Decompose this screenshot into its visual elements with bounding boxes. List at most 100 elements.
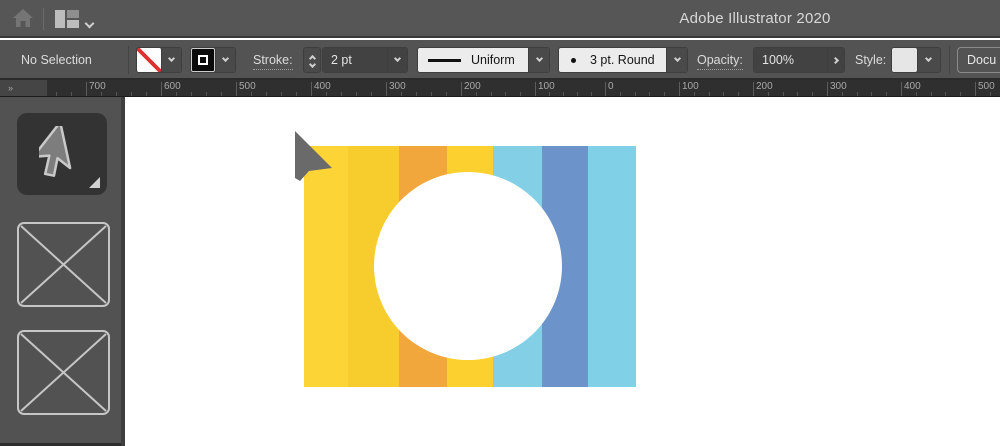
ruler-minor-tick [131,92,132,96]
tool-flyout-indicator-icon [89,177,100,188]
width-profile-chevron-down-icon[interactable] [528,48,549,72]
window-title: Adobe Illustrator 2020 [560,10,950,27]
ruler-tick-label: 500 [978,81,995,92]
app-window: Adobe Illustrator 2020 No Selection Stro… [0,0,1000,446]
ruler-minor-tick [206,92,207,96]
style-swatch[interactable] [892,48,917,72]
ruler-minor-tick [723,92,724,96]
ruler-minor-tick [549,92,550,96]
fill-swatch-none[interactable] [137,48,161,72]
ruler-minor-tick [649,92,650,96]
round-brush-icon [571,58,576,63]
ruler-minor-tick [886,92,887,96]
ruler-minor-tick [563,92,564,96]
divider [128,46,129,74]
opacity-field[interactable]: 100% [754,48,827,72]
width-profile-value: Uniform [471,53,515,67]
fill-chevron-down-icon[interactable] [161,48,181,72]
ruler-minor-tick [709,92,710,96]
brush-definition-dropdown[interactable]: 3 pt. Round [559,48,666,72]
ruler-minor-tick [281,92,282,96]
ruler-major-tick [901,82,902,97]
stroke-panel-link[interactable]: Stroke: [253,53,293,70]
ruler-major-tick [679,82,680,97]
ruler-minor-tick [520,92,521,96]
ruler-minor-tick [664,92,665,96]
ruler-minor-tick [356,92,357,96]
ruler-tick-label: 500 [239,81,256,92]
ruler-minor-tick [857,92,858,96]
stroke-weight-stepper[interactable] [303,47,321,73]
document-setup-label: Docu [967,53,996,67]
opacity-panel-link[interactable]: Opacity: [697,53,743,70]
selection-arrow-icon [39,126,85,182]
fill-color-group [136,47,182,73]
horizontal-ruler[interactable]: » 7006005004003002001000100200300400500 [0,80,1000,97]
document-setup-button[interactable]: Docu [957,47,1000,73]
opacity-chevron-right-icon[interactable] [827,48,844,72]
ruler-tick-label: 100 [538,81,555,92]
ruler-minor-tick [476,92,477,96]
ruler-tick-label: 200 [464,81,481,92]
stripe-light-blue-2[interactable] [588,146,636,387]
brush-chevron-down-icon[interactable] [666,48,687,72]
stepper-down-icon[interactable] [308,61,315,68]
ruler-minor-tick [738,92,739,96]
stroke-swatch[interactable] [191,48,215,72]
ruler-minor-tick [694,92,695,96]
empty-tool-slot-2[interactable] [17,330,110,415]
ruler-minor-tick [341,92,342,96]
ruler-minor-tick [491,92,492,96]
ruler-minor-tick [446,92,447,96]
opacity-group: 100% [753,47,845,73]
empty-tool-slot-1[interactable] [17,222,110,307]
style-chevron-down-icon[interactable] [917,48,939,72]
ruler-major-tick [311,82,312,97]
ruler-major-tick [975,82,976,97]
tools-panel [0,97,125,446]
ruler-minor-tick [431,92,432,96]
workspace-layout-icon[interactable] [55,10,79,33]
selection-tool-button[interactable] [17,113,107,195]
ruler-minor-tick [401,92,402,96]
ruler-overflow-button[interactable]: » [0,80,47,97]
ruler-major-tick [161,82,162,97]
width-profile-dropdown[interactable]: Uniform [418,48,528,72]
ruler-minor-tick [146,92,147,96]
ruler-minor-tick [71,92,72,96]
ruler-minor-tick [591,92,592,96]
home-icon[interactable] [12,7,34,34]
style-label: Style: [855,53,886,67]
ruler-tick-label: 300 [389,81,406,92]
stripe-yellow-wide[interactable] [304,146,348,387]
titlebar-divider [43,8,44,30]
ruler-minor-tick [768,92,769,96]
width-profile-group: Uniform [417,47,550,73]
ruler-minor-tick [577,92,578,96]
ruler-minor-tick [416,92,417,96]
style-group [891,47,941,73]
ruler-minor-tick [945,92,946,96]
ruler-minor-tick [635,92,636,96]
ruler-minor-tick [101,92,102,96]
stroke-color-group [190,47,236,73]
ruler-minor-tick [797,92,798,96]
ruler-major-tick [753,82,754,97]
selection-status: No Selection [21,53,92,67]
ruler-major-tick [605,82,606,97]
ruler-minor-tick [371,92,372,96]
placeholder-x-icon [19,332,108,413]
stroke-weight-chevron-down-icon[interactable] [387,48,407,72]
artwork-white-circle[interactable] [374,172,562,360]
ruler-minor-tick [56,92,57,96]
stroke-weight-field[interactable]: 2 pt [323,48,387,72]
ruler-minor-tick [505,92,506,96]
artwork-striped-rectangle[interactable] [304,146,636,387]
divider [949,46,950,74]
ruler-minor-tick [116,92,117,96]
ruler-tick-label: 700 [89,81,106,92]
stroke-chevron-down-icon[interactable] [215,48,235,72]
workspace-chevron-down-icon[interactable] [86,14,93,32]
ruler-minor-tick [326,92,327,96]
ruler-minor-tick [783,92,784,96]
